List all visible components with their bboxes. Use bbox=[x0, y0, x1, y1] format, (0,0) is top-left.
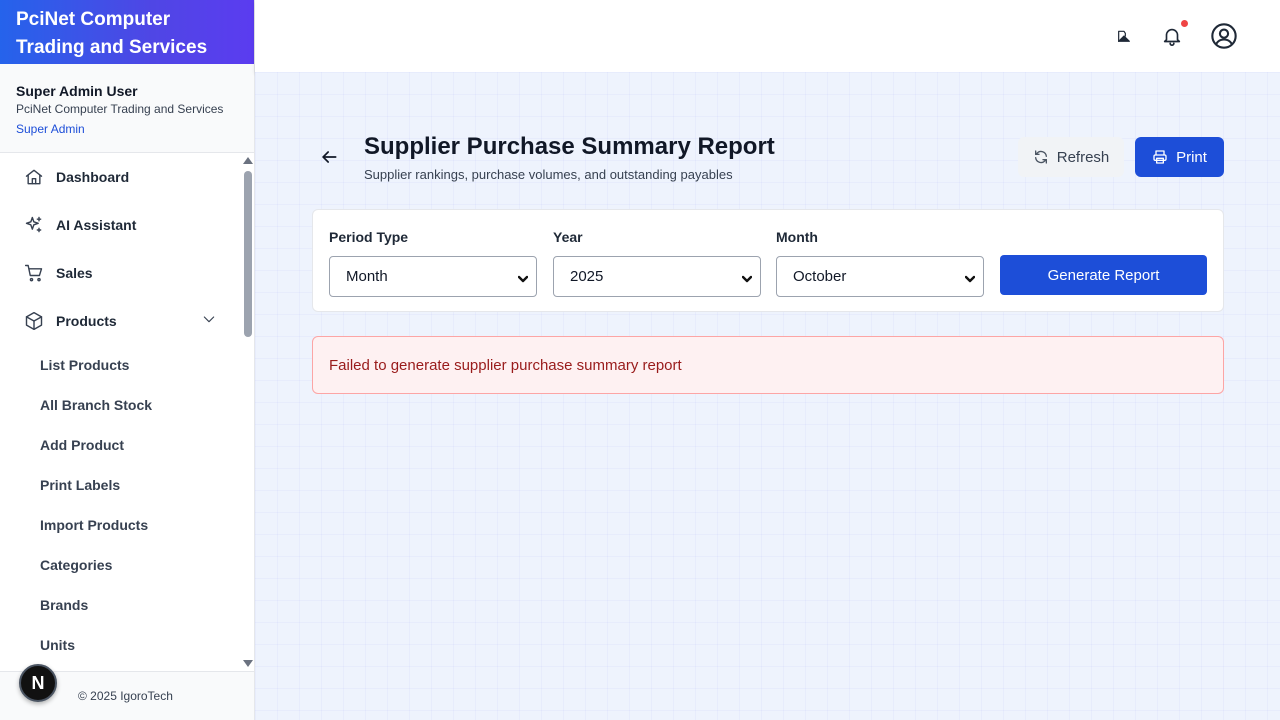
user-info: Super Admin User PciNet Computer Trading… bbox=[0, 64, 254, 153]
sidebar-scrollbar[interactable] bbox=[241, 153, 254, 671]
scroll-down-arrow-icon[interactable] bbox=[243, 660, 253, 667]
sidebar-item-label: AI Assistant bbox=[56, 217, 137, 233]
sidebar-item-units[interactable]: Units bbox=[0, 625, 241, 665]
notification-dot bbox=[1181, 20, 1188, 27]
month-field: Month October bbox=[776, 228, 984, 297]
print-button[interactable]: Print bbox=[1135, 137, 1224, 177]
brand-line-2: Trading and Services bbox=[16, 37, 208, 58]
sidebar-item-import-products[interactable]: Import Products bbox=[0, 505, 241, 545]
user-name: Super Admin User bbox=[16, 83, 138, 99]
refresh-icon bbox=[1034, 150, 1047, 164]
sidebar-item-label: Products bbox=[56, 313, 117, 329]
sidebar-item-list-products[interactable]: List Products bbox=[0, 345, 241, 385]
month-select[interactable]: October bbox=[776, 256, 984, 297]
sidebar-item-all-branch-stock[interactable]: All Branch Stock bbox=[0, 385, 241, 425]
year-field: Year 2025 bbox=[553, 228, 761, 297]
box-icon bbox=[24, 311, 44, 331]
period-type-select[interactable]: Month bbox=[329, 256, 537, 297]
period-type-field: Period Type Month bbox=[329, 228, 537, 297]
refresh-button[interactable]: Refresh bbox=[1018, 137, 1124, 177]
user-role: Super Admin bbox=[16, 122, 85, 136]
scrollbar-thumb[interactable] bbox=[244, 171, 252, 337]
home-icon bbox=[24, 167, 44, 187]
sidebar-item-brands[interactable]: Brands bbox=[0, 585, 241, 625]
dev-tools-badge[interactable]: N bbox=[19, 664, 57, 702]
chevron-down-icon[interactable] bbox=[201, 311, 217, 327]
sidebar-item-categories[interactable]: Categories bbox=[0, 545, 241, 585]
sidebar-item-print-labels[interactable]: Print Labels bbox=[0, 465, 241, 505]
sparkles-icon bbox=[24, 215, 44, 235]
chevron-down-icon bbox=[517, 271, 529, 283]
copyright-text: © 2025 IgoroTech bbox=[78, 689, 173, 703]
generate-report-button[interactable]: Generate Report bbox=[1000, 255, 1207, 295]
error-alert: Failed to generate supplier purchase sum… bbox=[312, 336, 1224, 394]
year-value: 2025 bbox=[570, 268, 604, 285]
sidebar-item-sales[interactable]: Sales bbox=[0, 249, 241, 297]
top-bar bbox=[255, 0, 1280, 72]
back-arrow-icon[interactable] bbox=[319, 147, 341, 169]
error-message: Failed to generate supplier purchase sum… bbox=[329, 356, 682, 374]
sidebar-item-label: Sales bbox=[56, 265, 93, 281]
chevron-down-icon bbox=[741, 271, 753, 283]
period-type-label: Period Type bbox=[329, 229, 409, 245]
page-title: Supplier Purchase Summary Report bbox=[364, 133, 775, 160]
cart-icon bbox=[24, 263, 44, 283]
print-label: Print bbox=[1176, 148, 1207, 166]
sidebar-item-products[interactable]: Products bbox=[0, 297, 241, 345]
user-circle-icon[interactable] bbox=[1209, 21, 1239, 51]
month-value: October bbox=[793, 268, 847, 285]
brand-title[interactable]: PciNet Computer Trading and Services bbox=[0, 0, 254, 64]
year-label: Year bbox=[553, 229, 583, 245]
scroll-up-arrow-icon[interactable] bbox=[243, 157, 253, 164]
refresh-label: Refresh bbox=[1056, 148, 1110, 166]
year-select[interactable]: 2025 bbox=[553, 256, 761, 297]
sidebar-item-dashboard[interactable]: Dashboard bbox=[0, 153, 241, 201]
brand-line-1: PciNet Computer bbox=[16, 9, 171, 30]
sidebar: PciNet Computer Trading and Services Sup… bbox=[0, 0, 255, 720]
sidebar-item-label: Dashboard bbox=[56, 169, 130, 185]
chevron-down-icon bbox=[964, 271, 976, 283]
sidebar-item-ai-assistant[interactable]: AI Assistant bbox=[0, 201, 241, 249]
sidebar-item-add-product[interactable]: Add Product bbox=[0, 425, 241, 465]
printer-icon bbox=[1153, 150, 1167, 164]
period-type-value: Month bbox=[346, 268, 388, 285]
bell-icon[interactable] bbox=[1160, 24, 1184, 48]
filter-card: Period Type Month Year 2025 Month Octobe… bbox=[312, 209, 1224, 312]
theme-toggle-icon[interactable] bbox=[1115, 27, 1133, 45]
user-company: PciNet Computer Trading and Services bbox=[16, 102, 224, 116]
main-content: Supplier Purchase Summary Report Supplie… bbox=[255, 72, 1280, 720]
month-label: Month bbox=[776, 229, 818, 245]
page-subtitle: Supplier rankings, purchase volumes, and… bbox=[364, 167, 733, 182]
sidebar-nav: Dashboard AI Assistant Sales Products Li… bbox=[0, 153, 241, 671]
